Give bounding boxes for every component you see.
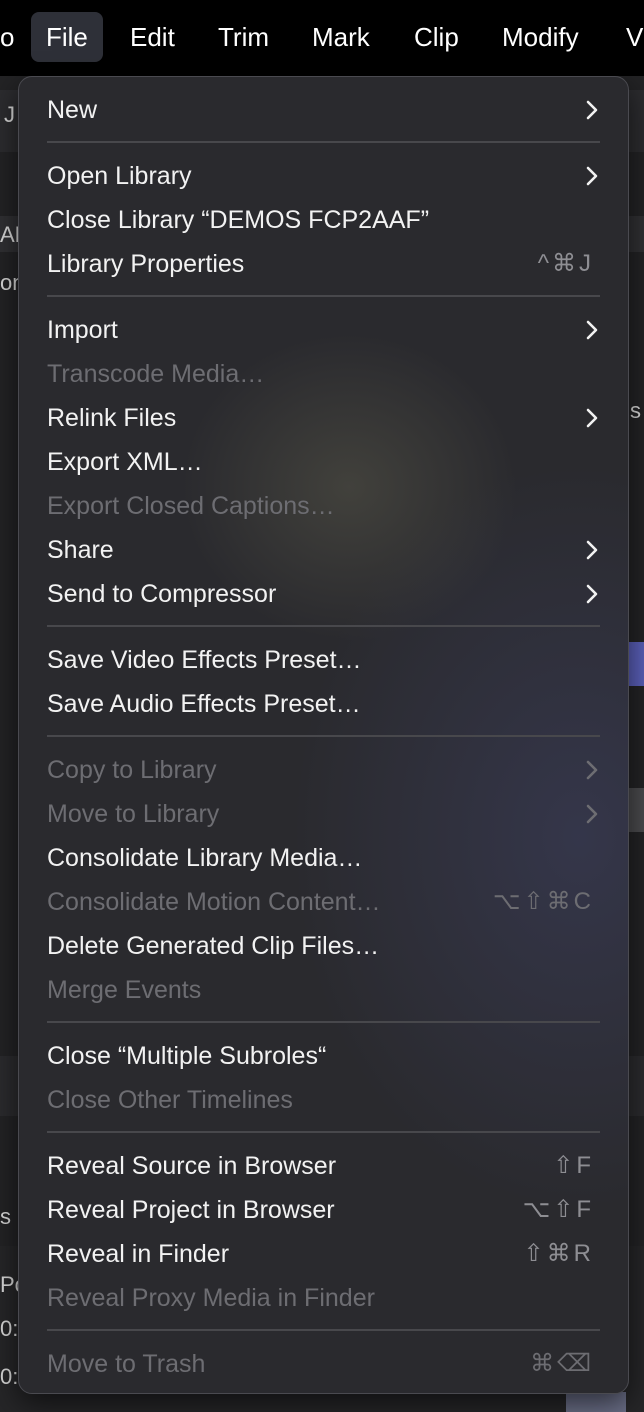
menu-item-consolidate-motion-content: Consolidate Motion Content… ⌥⇧⌘C — [19, 880, 628, 924]
menu-item-shortcut: ^⌘J — [537, 250, 594, 277]
menubar-item-modify[interactable]: Modify — [487, 12, 594, 62]
menu-item-label: Import — [47, 316, 118, 344]
menu-item-save-audio-effects-preset[interactable]: Save Audio Effects Preset… — [19, 682, 628, 726]
menu-item-label: Reveal Source in Browser — [47, 1152, 337, 1180]
chevron-right-icon — [584, 165, 600, 187]
menu-item-move-to-library: Move to Library — [19, 792, 628, 836]
menu-item-merge-events: Merge Events — [19, 968, 628, 1012]
chevron-right-icon — [584, 803, 600, 825]
menu-separator — [47, 1021, 600, 1023]
menu-item-copy-to-library: Copy to Library — [19, 748, 628, 792]
menu-item-shortcut: ⌥⇧⌘C — [492, 888, 594, 915]
menu-item-label: Share — [47, 536, 114, 564]
menu-item-shortcut: ⌥⇧F — [522, 1196, 594, 1223]
menu-separator — [47, 1131, 600, 1133]
menu-item-library-properties[interactable]: Library Properties ^⌘J — [19, 242, 628, 286]
bg-fragment: s — [0, 1204, 11, 1229]
menu-separator — [47, 625, 600, 627]
menu-separator — [47, 735, 600, 737]
chevron-right-icon — [584, 583, 600, 605]
menu-item-label: Reveal in Finder — [47, 1240, 230, 1268]
file-menu: New Open Library Close Library “DEMOS FC… — [18, 76, 629, 1394]
menu-item-label: Consolidate Library Media… — [47, 844, 363, 872]
menu-item-label: Library Properties — [47, 250, 245, 278]
menu-item-label: Relink Files — [47, 404, 177, 432]
menu-item-save-video-effects-preset[interactable]: Save Video Effects Preset… — [19, 638, 628, 682]
menubar-item-trim[interactable]: Trim — [203, 12, 284, 62]
menu-item-label: Send to Compressor — [47, 580, 277, 608]
menubar-item-edit[interactable]: Edit — [115, 12, 190, 62]
chevron-right-icon — [584, 407, 600, 429]
menu-item-export-xml[interactable]: Export XML… — [19, 440, 628, 484]
menu-item-consolidate-library-media[interactable]: Consolidate Library Media… — [19, 836, 628, 880]
bg-fragment: 0: — [0, 1316, 19, 1341]
menu-item-close-timeline[interactable]: Close “Multiple Subroles“ — [19, 1034, 628, 1078]
menubar-item-file[interactable]: File — [31, 12, 103, 62]
menu-item-label: Export XML… — [47, 448, 203, 476]
menu-item-label: Close “Multiple Subroles“ — [47, 1042, 327, 1070]
menu-bar: o File Edit Trim Mark Clip Modify V — [0, 0, 644, 76]
menu-item-label: Reveal Proxy Media in Finder — [47, 1284, 375, 1312]
menu-item-label: Consolidate Motion Content… — [47, 888, 381, 916]
menu-item-label: Export Closed Captions… — [47, 492, 335, 520]
menu-item-reveal-source-in-browser[interactable]: Reveal Source in Browser ⇧F — [19, 1144, 628, 1188]
menu-item-close-other-timelines: Close Other Timelines — [19, 1078, 628, 1122]
menu-item-label: Close Other Timelines — [47, 1086, 293, 1114]
menu-item-label: Reveal Project in Browser — [47, 1196, 335, 1224]
menu-item-relink-files[interactable]: Relink Files — [19, 396, 628, 440]
menu-item-import[interactable]: Import — [19, 308, 628, 352]
menu-item-label: Save Audio Effects Preset… — [47, 690, 361, 718]
bg-fragment: s — [630, 398, 641, 423]
menu-item-label: Copy to Library — [47, 756, 217, 784]
chevron-right-icon — [584, 99, 600, 121]
menu-separator — [47, 141, 600, 143]
menu-item-delete-generated-clip-files[interactable]: Delete Generated Clip Files… — [19, 924, 628, 968]
menu-item-shortcut: ⇧⌘R — [523, 1240, 594, 1267]
menu-separator — [47, 1329, 600, 1331]
menubar-item-mark[interactable]: Mark — [297, 12, 385, 62]
menu-item-share[interactable]: Share — [19, 528, 628, 572]
menu-item-shortcut: ⇧F — [553, 1152, 594, 1179]
bg-fragment: J — [4, 102, 15, 127]
menu-item-label: Close Library “DEMOS FCP2AAF” — [47, 206, 430, 234]
menu-item-label: New — [47, 96, 98, 124]
chevron-right-icon — [584, 319, 600, 341]
menu-item-reveal-in-finder[interactable]: Reveal in Finder ⇧⌘R — [19, 1232, 628, 1276]
menu-item-export-closed-captions: Export Closed Captions… — [19, 484, 628, 528]
chevron-right-icon — [584, 759, 600, 781]
menu-item-move-to-trash: Move to Trash ⌘⌫ — [19, 1342, 628, 1386]
bg-fragment: 0: — [0, 1364, 19, 1389]
menu-item-label: Merge Events — [47, 976, 202, 1004]
menu-item-label: Move to Library — [47, 800, 220, 828]
bg-footer-badge — [566, 1392, 626, 1412]
menubar-item-clip[interactable]: Clip — [399, 12, 474, 62]
menu-item-label: Delete Generated Clip Files… — [47, 932, 380, 960]
menu-item-reveal-proxy-media-in-finder: Reveal Proxy Media in Finder — [19, 1276, 628, 1320]
menu-item-label: Move to Trash — [47, 1350, 206, 1378]
menu-item-open-library[interactable]: Open Library — [19, 154, 628, 198]
menu-separator — [47, 295, 600, 297]
menu-item-label: Transcode Media… — [47, 360, 265, 388]
menu-item-label: Save Video Effects Preset… — [47, 646, 362, 674]
menubar-item-app[interactable]: o — [0, 12, 29, 62]
menu-item-new[interactable]: New — [19, 88, 628, 132]
menu-item-close-library[interactable]: Close Library “DEMOS FCP2AAF” — [19, 198, 628, 242]
menubar-item-view[interactable]: V — [611, 12, 644, 62]
menu-item-shortcut: ⌘⌫ — [530, 1350, 594, 1377]
menu-item-transcode-media: Transcode Media… — [19, 352, 628, 396]
menu-item-reveal-project-in-browser[interactable]: Reveal Project in Browser ⌥⇧F — [19, 1188, 628, 1232]
menu-item-label: Open Library — [47, 162, 192, 190]
menu-item-send-to-compressor[interactable]: Send to Compressor — [19, 572, 628, 616]
chevron-right-icon — [584, 539, 600, 561]
